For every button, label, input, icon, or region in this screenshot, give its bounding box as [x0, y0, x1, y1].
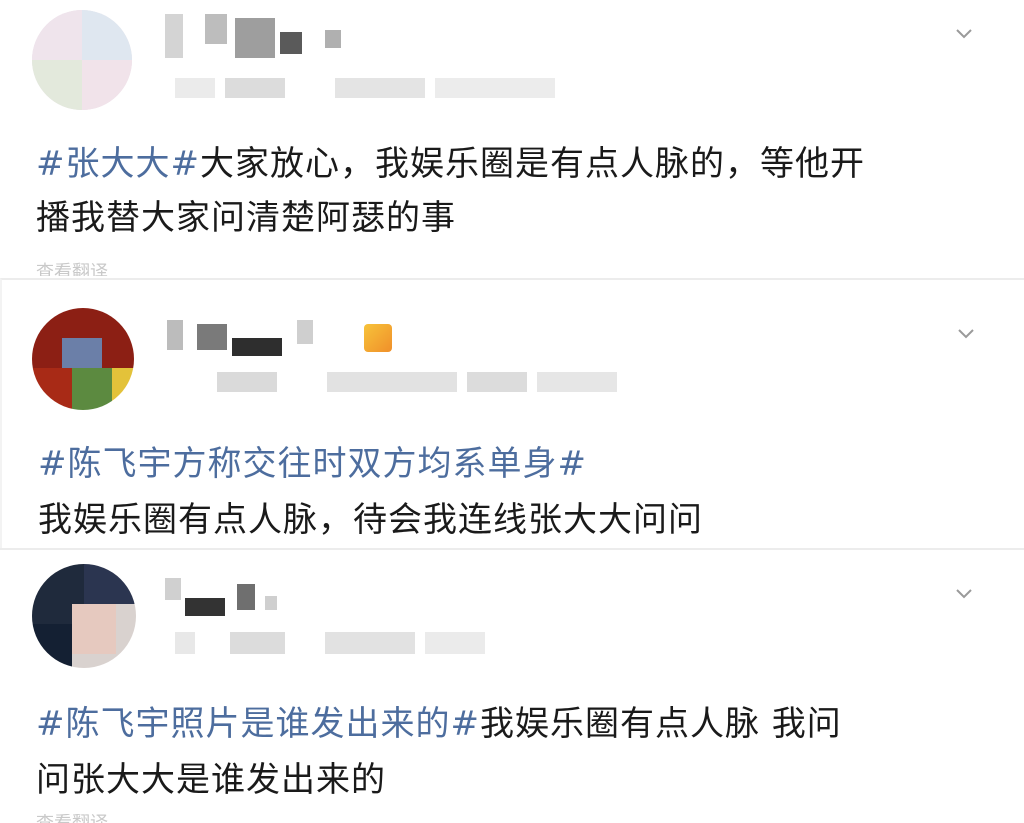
- avatar[interactable]: [32, 564, 136, 668]
- avatar-pixel: [72, 368, 112, 410]
- fan-badge-icon: [364, 324, 392, 352]
- post-text: #张大大#大家放心，我娱乐圈是有点人脉的，等他开: [36, 138, 865, 190]
- post-text-line2: 问张大大是谁发出来的: [36, 754, 386, 806]
- chevron-down-icon[interactable]: [955, 24, 973, 42]
- topic-tag[interactable]: #张大大#: [36, 144, 200, 184]
- translate-link[interactable]: 查看翻译: [36, 262, 108, 276]
- post-body-line2: 问张大大是谁发出来的: [36, 760, 386, 800]
- avatar-pixel: [32, 624, 72, 668]
- avatar-pixel: [72, 604, 116, 654]
- chevron-down-icon[interactable]: [957, 324, 975, 342]
- post-body: 大家放心，我娱乐圈是有点人脉的，等他开: [199, 144, 865, 184]
- avatar-pixel: [32, 368, 72, 410]
- post-meta-redacted: [175, 78, 565, 98]
- avatar-pixel: [32, 10, 82, 60]
- username-redacted[interactable]: [167, 320, 347, 360]
- post-body: 我娱乐圈有点人脉 我问: [479, 704, 842, 744]
- username-redacted[interactable]: [165, 14, 365, 58]
- post-body: 我娱乐圈有点人脉，待会我连线张大大问问: [38, 500, 703, 540]
- avatar-pixel: [82, 10, 132, 60]
- avatar-pixel: [84, 564, 136, 604]
- post-body-line2: 播我替大家问清楚阿瑟的事: [36, 198, 456, 238]
- translate-label: 查看翻译: [36, 814, 108, 823]
- avatar-pixel: [112, 368, 134, 410]
- topic-tag[interactable]: #陈飞宇方称交往时双方均系单身#: [38, 444, 587, 484]
- post-meta-redacted: [175, 632, 505, 654]
- post-meta-redacted: [177, 372, 627, 392]
- username-redacted[interactable]: [165, 578, 295, 618]
- translate-label: 查看翻译: [36, 262, 108, 276]
- post-text: #陈飞宇方称交往时双方均系单身#: [38, 438, 587, 490]
- chevron-down-icon[interactable]: [955, 584, 973, 602]
- weibo-post: #陈飞宇方称交往时双方均系单身# 我娱乐圈有点人脉，待会我连线张大大问问: [0, 278, 1024, 548]
- avatar-pixel: [82, 60, 132, 110]
- topic-tag[interactable]: #陈飞宇照片是谁发出来的#: [36, 704, 480, 744]
- avatar[interactable]: [32, 10, 132, 110]
- avatar[interactable]: [32, 308, 134, 410]
- post-text: #陈飞宇照片是谁发出来的#我娱乐圈有点人脉 我问: [36, 698, 842, 750]
- weibo-post: #陈飞宇照片是谁发出来的#我娱乐圈有点人脉 我问 问张大大是谁发出来的 查看翻译: [0, 548, 1024, 823]
- avatar-pixel: [32, 60, 82, 110]
- post-text-line2: 我娱乐圈有点人脉，待会我连线张大大问问: [38, 494, 703, 546]
- weibo-post: #张大大#大家放心，我娱乐圈是有点人脉的，等他开 播我替大家问清楚阿瑟的事 查看…: [0, 0, 1024, 278]
- post-text-line2: 播我替大家问清楚阿瑟的事: [36, 192, 456, 244]
- translate-link[interactable]: 查看翻译: [36, 814, 108, 823]
